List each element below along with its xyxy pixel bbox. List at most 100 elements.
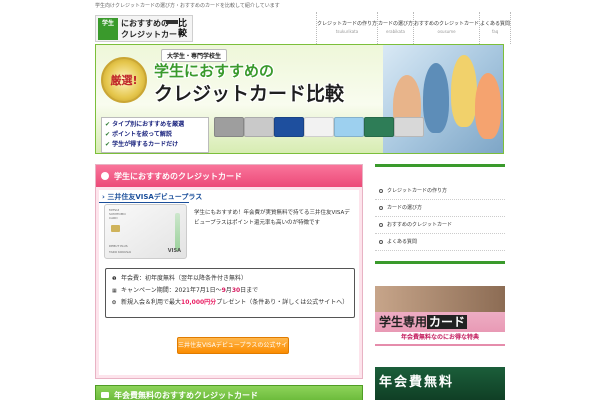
- hero-card-image: [244, 117, 274, 137]
- thumb-text: CARD: [109, 216, 118, 220]
- nav-label: よくある質問: [480, 21, 511, 27]
- chip-icon: [111, 225, 120, 232]
- article-title-link[interactable]: › 三井住友VISAデビュープラス: [102, 192, 202, 202]
- nav-item-tsukurikata[interactable]: クレジットカードの作り方 tsukurikata: [316, 12, 377, 44]
- logo-badge: 学生: [98, 18, 118, 40]
- global-nav: クレジットカードの作り方 tsukurikata カードの選び方 erabika…: [316, 12, 512, 44]
- hero-title-line1: 学生におすすめの: [154, 62, 275, 80]
- free-fee-section: 年会費無料のおすすめクレジットカード: [95, 385, 363, 400]
- hero-card-row: [214, 113, 424, 149]
- banner-photo: [375, 286, 505, 312]
- calendar-icon: ▦: [112, 288, 117, 294]
- hero-check-text: 学生が得するカードだけ: [112, 141, 179, 148]
- nav-label: クレジットカードの作り方: [317, 21, 378, 27]
- card-hologram: [175, 213, 180, 251]
- hero-card-image: [334, 117, 364, 137]
- external-link-icon: ⧉: [302, 342, 307, 349]
- hero-banner[interactable]: 厳選! 大学生・専門学校生 学生におすすめの クレジットカード比較 ✔ タイプ別…: [95, 44, 504, 154]
- section-header: 学生におすすめのクレジットカード: [96, 165, 362, 187]
- hero-card-image: [274, 117, 304, 137]
- bullet-icon: [379, 222, 383, 227]
- sidebar-item-label: よくある質問: [387, 239, 418, 245]
- info-text: 新規入会＆利用で最大: [121, 299, 182, 306]
- info-text: 日まで: [240, 287, 259, 294]
- recommend-section: 学生におすすめのクレジットカード › 三井住友VISAデビュープラス MITSU…: [95, 164, 363, 379]
- card-info-box: ❶ 年会費：初年度無料（翌年以降条件付き無料） ▦ キャンペーン期間：2021年7月…: [105, 268, 355, 318]
- sidebar-item-erabikata[interactable]: カードの選び方: [375, 200, 505, 217]
- info-amount-unit: 円分: [204, 299, 217, 306]
- hero-card-image: [364, 117, 394, 137]
- article-description: 学生にもおすすめ！年会費が実質無料で持てる三井住友VISAデビュープラスはポイン…: [194, 210, 350, 226]
- section-title: 学生におすすめのクレジットカード: [114, 172, 242, 181]
- info-campaign-period: ▦ キャンペーン期間：2021年7月1日〜9月30日まで: [112, 285, 348, 297]
- card-thumbnail[interactable]: MITSUI SUMITOMO CARD DEBUT PLUS TARO KOK…: [104, 204, 187, 259]
- sidebar-menu: クレジットカードの作り方 カードの選び方 おすすめのクレジットカード よくある質…: [375, 183, 505, 251]
- article-title: 三井住友VISAデビュープラス: [107, 193, 203, 201]
- nav-sublabel: faq: [491, 29, 499, 34]
- nav-item-erabikata[interactable]: カードの選び方 erabikata: [377, 12, 413, 44]
- sidebar-item-label: クレジットカードの作り方: [387, 188, 448, 194]
- logo-line1: におすすめの: [121, 19, 169, 28]
- sidebar-item-faq[interactable]: よくある質問: [375, 234, 505, 251]
- info-highlight: 30: [231, 287, 241, 294]
- site-header: 学生 におすすめの クレジットカード 比較 クレジットカードの作り方 tsuku…: [0, 12, 600, 44]
- sidebar-item-label: カードの選び方: [387, 205, 423, 211]
- info-text: プレゼント（条件あり・詳しくは公式サイトへ）: [216, 299, 349, 306]
- logo-ribbon-icon: [166, 20, 178, 24]
- hero-card-image: [304, 117, 334, 137]
- sidebar-rule: [375, 164, 505, 167]
- sidebar-item-tsukurikata[interactable]: クレジットカードの作り方: [375, 183, 505, 200]
- logo-kanji: 比較: [178, 19, 188, 39]
- card-article: › 三井住友VISAデビュープラス MITSUI SUMITOMO CARD D…: [99, 190, 359, 375]
- official-site-button[interactable]: 三井住友VISAデビュープラスの公式サイトへ ⧉: [177, 337, 307, 354]
- section-title: 年会費無料のおすすめクレジットカード: [114, 391, 258, 400]
- nav-sublabel: osusume: [437, 29, 456, 34]
- info-icon: ❶: [112, 276, 117, 282]
- nav-sublabel: tsukurikata: [335, 29, 359, 34]
- hero-person: [475, 73, 501, 139]
- check-icon: ✔: [105, 141, 111, 148]
- hero-person: [451, 55, 477, 127]
- sidebar-rule: [375, 261, 505, 264]
- hero-title-line2: クレジットカード比較: [154, 83, 345, 105]
- student-card-banner[interactable]: 学生専用 カード 年会費無料なのにお得な特典: [375, 286, 505, 346]
- site-logo[interactable]: 学生 におすすめの クレジットカード 比較: [95, 15, 193, 42]
- banner-subtitle: 年会費無料なのにお得な特典: [375, 332, 505, 344]
- banner-title: 学生専用 カード: [379, 313, 468, 330]
- hero-check-item: ✔ ポイントを絞って解説: [105, 130, 205, 140]
- logo-line2: クレジットカード: [121, 30, 185, 39]
- visa-logo: VISA: [167, 248, 181, 254]
- divider: [99, 202, 189, 203]
- hero-check-item: ✔ タイプ別におすすめを厳選: [105, 120, 205, 130]
- nav-item-faq[interactable]: よくある質問 faq: [479, 12, 512, 44]
- card-icon: [101, 172, 109, 180]
- hero-medal-icon: 厳選!: [101, 57, 147, 103]
- info-annual-fee: ❶ 年会費：初年度無料（翌年以降条件付き無料）: [112, 273, 348, 285]
- check-icon: ✔: [105, 131, 111, 138]
- gift-icon: ❂: [112, 300, 117, 306]
- hero-check-item: ✔ 学生が得するカードだけ: [105, 140, 205, 150]
- info-text: 年会費：初年度無料（翌年以降条件付き無料）: [121, 275, 248, 282]
- chevron-right-icon: ›: [102, 193, 105, 201]
- hero-card-image: [214, 117, 244, 137]
- site-tagline: 学生向けクレジットカードの選び方・おすすめのカードを比較して紹介しています: [95, 3, 280, 9]
- banner-title-text: 学生専用: [379, 315, 428, 329]
- cta-label: 三井住友VISAデビュープラスの公式サイトへ: [178, 342, 300, 349]
- info-text: キャンペーン期間：2021年7月1日〜: [121, 287, 222, 294]
- check-icon: ✔: [105, 121, 111, 128]
- sidebar-item-osusume[interactable]: おすすめのクレジットカード: [375, 217, 505, 234]
- thumb-text: DEBUT PLUS: [109, 244, 128, 248]
- sidebar: クレジットカードの作り方 カードの選び方 おすすめのクレジットカード よくある質…: [375, 164, 505, 400]
- hero-check-text: ポイントを絞って解説: [112, 131, 172, 138]
- no-annual-fee-banner[interactable]: 年会費無料: [375, 367, 505, 400]
- bullet-icon: [379, 205, 383, 210]
- hero-card-image: [394, 117, 424, 137]
- hero-medal-text: 厳選!: [110, 74, 138, 87]
- sidebar-item-label: おすすめのクレジットカード: [387, 222, 453, 228]
- info-campaign-reward: ❂ 新規入会＆利用で最大10,000円分プレゼント（条件あり・詳しくは公式サイトへ…: [112, 297, 348, 309]
- nav-item-osusume[interactable]: おすすめのクレジットカード osusume: [413, 12, 479, 44]
- hero-person: [423, 63, 449, 133]
- nav-label: カードの選び方: [378, 21, 414, 27]
- hero-check-text: タイプ別におすすめを厳選: [112, 121, 185, 128]
- card-icon: [101, 392, 109, 398]
